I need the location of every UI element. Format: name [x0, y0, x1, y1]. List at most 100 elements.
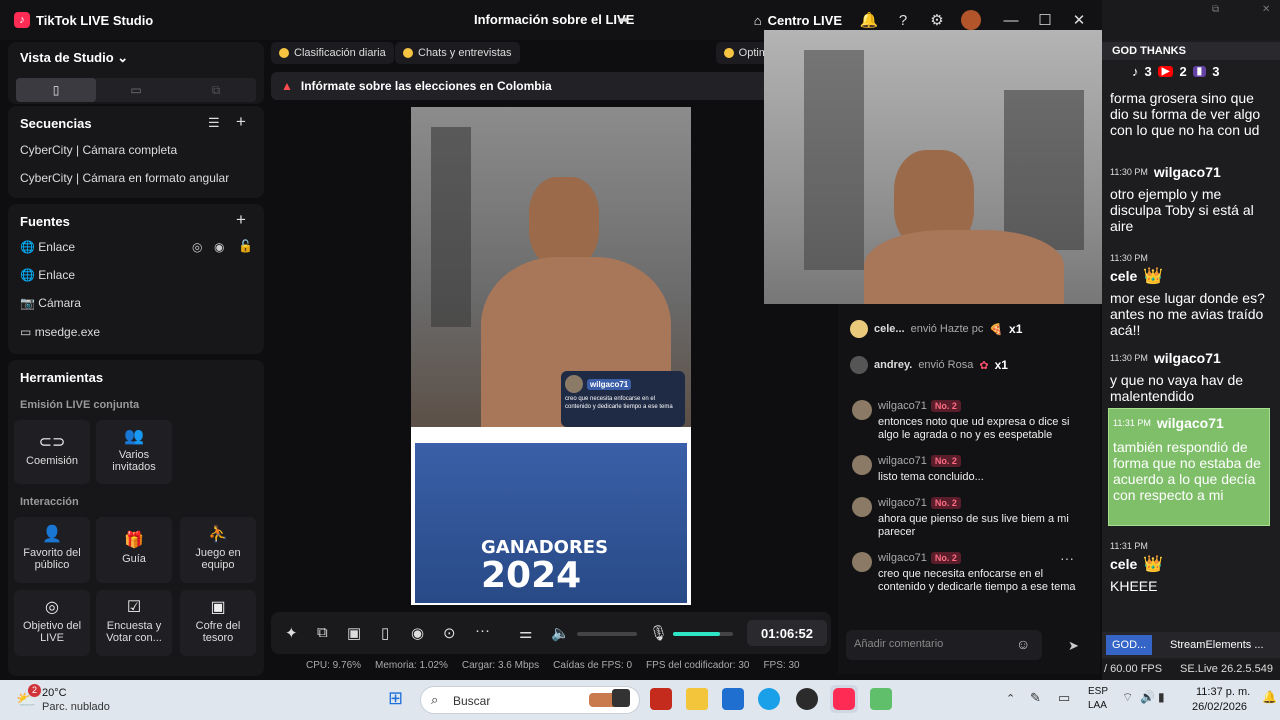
live-center-button[interactable]: ⌂ Centro LIVE: [754, 13, 842, 28]
stream-controls: ✦ ⧉ ▣ ▯ ◉ ⊙ ··· ⚌ 🔈 🎙 01:06:52: [271, 612, 831, 654]
window-title[interactable]: Información sobre el LIVE: [474, 12, 634, 27]
rank-badge: No. 2: [930, 455, 961, 467]
daily-ranking-chip[interactable]: Clasificación diaria: [271, 42, 394, 64]
treasure-chest-button[interactable]: ▣ Cofre del tesoro: [180, 590, 256, 656]
overlay-message: otro ejemplo y me disculpa Toby si está …: [1110, 186, 1254, 234]
vertical-layout-icon[interactable]: ▯: [16, 78, 96, 102]
clock-time[interactable]: 11:37 p. m.: [1196, 686, 1250, 698]
wifi-icon[interactable]: ⌔: [1122, 690, 1133, 705]
windows-start-icon[interactable]: ⊞: [388, 688, 403, 709]
search-box[interactable]: ⌕ Buscar: [420, 686, 640, 714]
volume-icon[interactable]: 🔊: [1140, 690, 1155, 704]
overlay-message-header: 11:30 PM: [1110, 253, 1148, 263]
sequence-item[interactable]: CyberCity | Cámara completa: [20, 143, 177, 157]
performance-stats: CPU: 9.76% Memoria: 1.02% Cargar: 3.6 Mb…: [306, 660, 800, 671]
chats-interviews-chip[interactable]: Chats y entrevistas: [395, 42, 520, 64]
weather-icon[interactable]: ⛅ 2: [16, 684, 41, 710]
send-icon[interactable]: ➤: [1068, 638, 1079, 654]
source-item[interactable]: 📷 Cámara: [20, 296, 81, 310]
app-icon-red[interactable]: [650, 688, 672, 710]
more-icon[interactable]: ···: [475, 622, 490, 639]
comment-input[interactable]: Añadir comentario ☺: [846, 630, 1042, 660]
screen-icon[interactable]: ▣: [347, 624, 361, 642]
highlighted-message: 11:31 PM wilgaco71 también respondió de f…: [1108, 408, 1270, 526]
browser-capture: GANADORES 2024: [411, 427, 691, 605]
studio-view-dropdown[interactable]: Vista de Studio ⌄: [20, 50, 128, 66]
language-code[interactable]: ESP: [1088, 686, 1108, 697]
chevron-up-icon[interactable]: ⌃: [1006, 692, 1015, 705]
warning-icon: ▲: [281, 79, 293, 93]
file-explorer-icon[interactable]: [686, 688, 708, 710]
multi-guest-button[interactable]: 👥 Varios invitados: [96, 420, 172, 484]
battery-icon[interactable]: ▮: [1158, 690, 1165, 704]
magic-wand-icon[interactable]: ✦: [285, 624, 298, 642]
source-item[interactable]: 🌐 Enlace: [20, 268, 75, 282]
source-label: Enlace: [38, 268, 75, 282]
target-icon[interactable]: ◎: [192, 240, 202, 254]
record-icon[interactable]: ◉: [411, 624, 424, 642]
clock-date[interactable]: 26/02/2026: [1192, 701, 1247, 713]
sequence-item[interactable]: CyberCity | Cámara en formato angular: [20, 171, 229, 185]
close-icon[interactable]: ✕: [1262, 4, 1270, 15]
lock-icon[interactable]: 🔓: [238, 239, 253, 253]
home-icon: ⌂: [753, 12, 762, 28]
task-view-icon[interactable]: [612, 689, 630, 707]
more-icon[interactable]: ···: [1060, 550, 1074, 566]
studio-view-panel: Vista de Studio ⌄ ▯ ▭ ⧉: [8, 42, 264, 104]
avatar: [852, 552, 872, 572]
add-sequence-icon[interactable]: +: [236, 112, 246, 132]
volume-slider[interactable]: [577, 632, 637, 636]
target-icon: ◎: [45, 599, 59, 616]
cohost-button[interactable]: ⊂⊃ Coemisión: [14, 420, 90, 484]
team-game-button[interactable]: ⛹ Juego en equipo: [180, 517, 256, 583]
guide-button[interactable]: 🎁 Guía: [96, 517, 172, 583]
eye-icon[interactable]: ◉: [214, 240, 224, 254]
live-goal-button[interactable]: ◎ Objetivo del LIVE: [14, 590, 90, 656]
election-notice[interactable]: ▲ Infórmate sobre las elecciones en Colom…: [271, 72, 771, 100]
avatar: [565, 375, 583, 393]
tools-title: Herramientas: [20, 370, 104, 385]
list-icon[interactable]: ☰: [208, 115, 220, 131]
live-timer: 01:06:52: [747, 620, 827, 646]
share-icon[interactable]: ➦: [618, 12, 629, 28]
chat-user: wilgaco71: [878, 497, 927, 509]
emoji-icon[interactable]: ☺: [1016, 636, 1030, 652]
network-pen-icon[interactable]: ✎: [1030, 690, 1041, 706]
tiktok-logo-icon: ♪: [14, 12, 30, 28]
edge-icon[interactable]: [758, 688, 780, 710]
memory-stat: Memoria: 1.02%: [375, 660, 448, 671]
focus-icon[interactable]: ⊙: [443, 624, 456, 642]
speaker-icon[interactable]: 🔈: [551, 624, 570, 642]
tab-streamelements[interactable]: StreamElements ...: [1164, 635, 1270, 655]
sliders-icon[interactable]: ⚌: [519, 624, 532, 642]
audience-favorite-button[interactable]: 👤 Favorito del público: [14, 517, 90, 583]
obs-icon[interactable]: [796, 688, 818, 710]
source-item[interactable]: 🌐 Enlace: [20, 240, 75, 254]
poll-button[interactable]: ☑ Encuesta y Votar con...: [96, 590, 172, 656]
avatar: [850, 320, 868, 338]
microphone-icon[interactable]: 🎙: [649, 624, 668, 642]
gift-text: envió Hazte pc: [910, 323, 984, 335]
live-preview[interactable]: wilgaco71 creo que necesita enfocarse en…: [411, 107, 691, 605]
tab-god[interactable]: GOD...: [1106, 635, 1153, 655]
notification-bell-icon[interactable]: 🔔: [1262, 690, 1277, 704]
add-source-icon[interactable]: +: [236, 210, 246, 230]
streamelements-taskbar-icon[interactable]: [870, 688, 892, 710]
twitch-icon: ▮: [1192, 66, 1207, 77]
gift-user: cele...: [874, 323, 905, 335]
media-icon[interactable]: ⧉: [317, 624, 328, 641]
dual-layout-icon[interactable]: ⧉: [176, 78, 256, 102]
restore-icon[interactable]: ⧉: [1212, 4, 1219, 15]
globe-icon: 🌐: [20, 240, 35, 254]
tiktok-live-taskbar-button[interactable]: [830, 685, 858, 713]
store-icon[interactable]: [722, 688, 744, 710]
mic-level-slider[interactable]: [673, 632, 733, 636]
globe-icon: 🌐: [20, 268, 35, 282]
chat-user: wilgaco71: [878, 552, 927, 564]
language-layout[interactable]: LAA: [1088, 700, 1107, 711]
sources-title: Fuentes: [20, 214, 70, 229]
horizontal-layout-icon[interactable]: ▭: [96, 78, 176, 102]
phone-icon[interactable]: ▯: [381, 624, 389, 642]
source-item[interactable]: ▭ msedge.exe: [20, 325, 100, 339]
display-icon[interactable]: ▭: [1058, 690, 1070, 706]
